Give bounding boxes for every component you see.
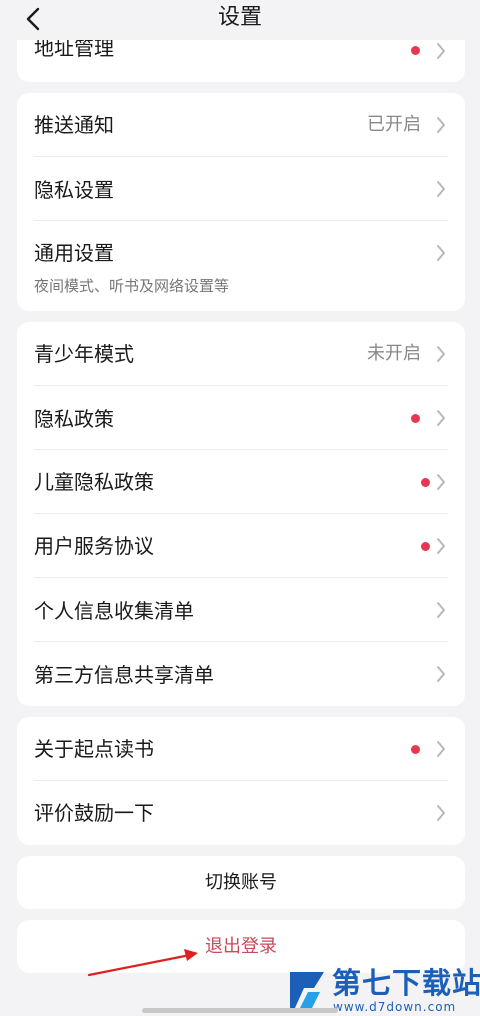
settings-item-label: 儿童隐私政策 — [34, 470, 154, 494]
settings-item-general[interactable]: 通用设置 夜间模式、听书及网络设置等 — [17, 221, 465, 311]
chevron-right-icon — [437, 805, 445, 821]
settings-item-push[interactable]: 推送通知 已开启 — [17, 93, 465, 157]
settings-item-label: 个人信息收集清单 — [34, 599, 194, 623]
chevron-right-icon — [437, 602, 445, 618]
chevron-right-icon — [437, 410, 445, 426]
settings-item-label: 隐私设置 — [34, 178, 114, 202]
chevron-right-icon — [437, 474, 445, 490]
chevron-right-icon — [437, 538, 445, 554]
chevron-right-icon — [437, 181, 445, 197]
settings-item-label: 评价鼓励一下 — [34, 801, 154, 825]
settings-item-label: 推送通知 — [34, 113, 114, 137]
notification-dot — [411, 414, 420, 423]
settings-item-label: 隐私政策 — [34, 407, 114, 431]
chevron-right-icon — [437, 346, 445, 362]
settings-item-label: 青少年模式 — [34, 342, 134, 366]
switch-account-label: 切换账号 — [205, 872, 277, 893]
status-value: 未开启 — [367, 343, 421, 364]
page-title: 设置 — [217, 5, 262, 30]
notification-dot — [411, 46, 420, 55]
settings-group-about: 关于起点读书 评价鼓励一下 — [17, 717, 465, 845]
annotation-arrow-icon — [87, 949, 198, 977]
settings-item-privacy-settings[interactable]: 隐私设置 — [17, 157, 465, 221]
chevron-right-icon — [437, 245, 445, 261]
chevron-right-icon — [437, 117, 445, 133]
settings-item-personal-info-list[interactable]: 个人信息收集清单 — [17, 578, 465, 642]
chevron-right-icon — [437, 741, 445, 757]
settings-item-description: 夜间模式、听书及网络设置等 — [34, 277, 230, 295]
notification-dot — [411, 745, 420, 754]
settings-group-notifications: 推送通知 已开启 隐私设置 通用设置 夜间模式、听书及网络设置等 — [17, 93, 465, 311]
logout-label: 退出登录 — [205, 936, 277, 957]
top-bar: 设置 — [0, 0, 480, 40]
notification-dot — [421, 542, 430, 551]
settings-item-about[interactable]: 关于起点读书 — [17, 717, 465, 781]
settings-item-teen-mode[interactable]: 青少年模式 未开启 — [17, 322, 465, 386]
chevron-right-icon — [437, 43, 445, 59]
settings-item-child-privacy-policy[interactable]: 儿童隐私政策 — [17, 450, 465, 514]
settings-item-third-party-list[interactable]: 第三方信息共享清单 — [17, 642, 465, 706]
watermark-url: www.d7down.com — [333, 1000, 457, 1014]
watermark-title: 第七下载站 — [332, 966, 480, 1000]
settings-item-privacy-policy[interactable]: 隐私政策 — [17, 386, 465, 450]
settings-item-label: 用户服务协议 — [34, 534, 154, 558]
settings-item-user-agreement[interactable]: 用户服务协议 — [17, 514, 465, 578]
settings-item-rate[interactable]: 评价鼓励一下 — [17, 781, 465, 845]
settings-item-label: 关于起点读书 — [34, 737, 154, 761]
notification-dot — [421, 478, 430, 487]
switch-account-button[interactable]: 切换账号 — [17, 856, 465, 909]
settings-item-label: 通用设置 — [34, 241, 114, 265]
settings-item-label: 第三方信息共享清单 — [34, 663, 214, 687]
status-value: 已开启 — [367, 114, 421, 135]
chevron-right-icon — [437, 666, 445, 682]
home-indicator — [142, 1008, 338, 1013]
settings-group-policies: 青少年模式 未开启 隐私政策 儿童隐私政策 用户服务协议 个人信息收集清单 第三… — [17, 322, 465, 706]
